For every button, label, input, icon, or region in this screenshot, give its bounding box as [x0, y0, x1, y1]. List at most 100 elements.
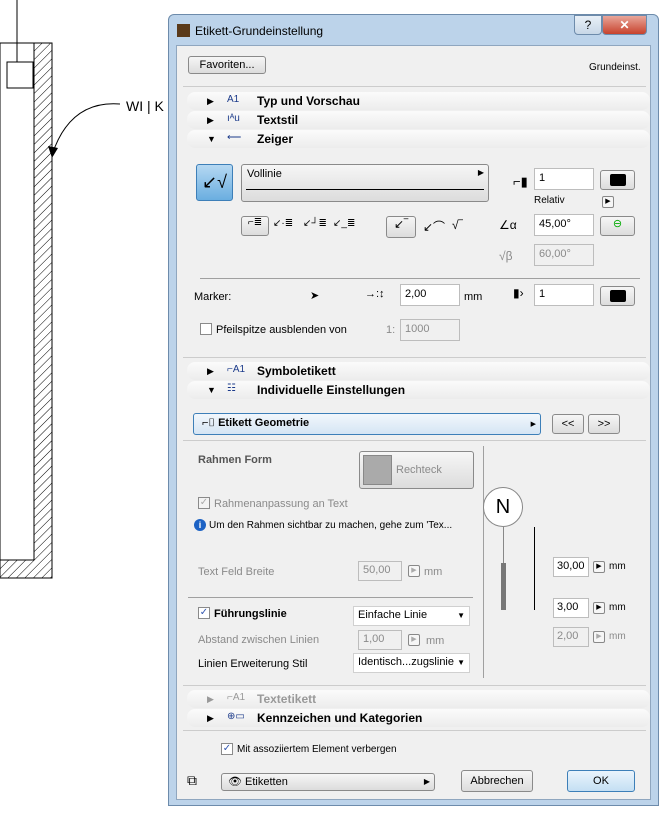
- expand-icon: ▶: [207, 366, 214, 376]
- leader-shape-check[interactable]: √‾: [452, 218, 463, 232]
- layer-icon: ⧉: [187, 772, 197, 788]
- text-width-unit: mm: [424, 566, 443, 578]
- text-width-menu: ▶: [408, 565, 420, 577]
- hide-with-element-label: Mit assoziiertem Element verbergen: [237, 744, 397, 755]
- collapse-icon: ▼: [207, 385, 216, 395]
- geometry-selector[interactable]: ⌐⌷ Etikett Geometrie ▶: [193, 413, 541, 435]
- dialog-title: Etikett-Grundeinstellung: [195, 24, 324, 38]
- height-menu[interactable]: ▶: [593, 561, 605, 573]
- label-settings-dialog: Etikett-Grundeinstellung ? ✕ Favoriten..…: [168, 14, 659, 806]
- leader-line-checkbox[interactable]: ✓: [198, 607, 210, 619]
- section-typ-und-vorschau[interactable]: ▶ A1 Typ und Vorschau: [187, 92, 650, 110]
- section-textetikett: ▶ ⌐A1 Textetikett: [187, 690, 650, 708]
- angle-beta-input: 60,00°: [534, 244, 594, 266]
- offset-unit: mm: [609, 602, 626, 613]
- type-icon: A1: [227, 94, 240, 105]
- eye-icon: 👁: [228, 776, 242, 788]
- text-style-icon: ıᴬu: [227, 113, 240, 124]
- frame-label: Rahmen Form: [198, 454, 272, 466]
- preview-marker: N: [483, 487, 523, 527]
- marker-unit: mm: [464, 291, 483, 303]
- spacing-menu: ▶: [408, 634, 420, 646]
- pen-icon: ⌐▮: [513, 174, 528, 189]
- collapse-icon: ▼: [207, 134, 216, 144]
- layer-selector[interactable]: 👁 Etiketten ▶: [221, 773, 435, 791]
- width-input: 2,00: [553, 627, 589, 647]
- help-button[interactable]: ?: [574, 15, 602, 35]
- leader-shape-straight[interactable]: ↙‾: [386, 216, 416, 238]
- expand-icon: ▶: [207, 96, 214, 106]
- section-textstil[interactable]: ▶ ıᴬu Textstil: [187, 111, 650, 129]
- leader-style-3[interactable]: ↙┘≣: [303, 218, 327, 229]
- geometry-icon: ⌐⌷: [202, 417, 219, 429]
- marker-size-icon: →:↕: [365, 288, 385, 300]
- angle-input[interactable]: 45,00°: [534, 214, 594, 236]
- marker-label: Marker:: [194, 291, 232, 303]
- geometry-label: Etikett Geometrie: [218, 417, 310, 429]
- plan-drawing: [0, 0, 121, 579]
- leader-style-4[interactable]: ↙_≣: [333, 218, 355, 229]
- marker-pen-input[interactable]: 1: [534, 284, 594, 306]
- ok-button[interactable]: OK: [567, 770, 635, 792]
- cancel-button[interactable]: Abbrechen: [461, 770, 533, 792]
- marker-pen-icon: ▮›: [513, 286, 524, 300]
- pointer-icon: ⟵: [227, 132, 242, 143]
- spacing-unit: mm: [426, 635, 445, 647]
- category-icon: ⊕▭: [227, 711, 245, 722]
- leader-shape-curved[interactable]: ↙⌒: [423, 218, 445, 235]
- spacing-input: 1,00: [358, 630, 402, 650]
- spacing-label: Abstand zwischen Linien: [198, 634, 320, 646]
- previous-page-button[interactable]: <<: [552, 414, 584, 434]
- section-symboletikett[interactable]: ▶ ⌐A1 Symboletikett: [187, 362, 650, 380]
- text-label-icon: ⌐A1: [227, 692, 246, 703]
- layer-value: Etiketten: [245, 776, 288, 788]
- symbol-icon: ⌐A1: [227, 364, 246, 375]
- leader-style-2[interactable]: ↙·≣: [273, 218, 293, 229]
- scale-input: 1000: [400, 319, 460, 341]
- relativ-menu-button[interactable]: ▶: [602, 196, 614, 208]
- preview-bar: [501, 563, 506, 610]
- lock-button[interactable]: ⊖: [600, 216, 635, 236]
- fit-frame-label: Rahmenanpassung an Text: [214, 498, 348, 510]
- leader-style-1[interactable]: ⌐≣: [241, 216, 269, 236]
- marker-size-input[interactable]: 2,00: [400, 284, 460, 306]
- leader-type-button[interactable]: ↙√: [196, 164, 233, 201]
- extension-style-label: Linien Erweiterung Stil: [198, 658, 308, 670]
- offset-menu[interactable]: ▶: [593, 602, 605, 614]
- pen-color-button[interactable]: [600, 170, 635, 190]
- favorites-button[interactable]: Favoriten...: [188, 56, 266, 74]
- angle-alpha-icon: ∠α: [499, 218, 517, 232]
- dimension-line: [534, 527, 535, 610]
- next-page-button[interactable]: >>: [588, 414, 620, 434]
- frame-shape-selector: Rechteck: [359, 451, 474, 489]
- text-width-label: Text Feld Breite: [198, 566, 275, 578]
- settings-list-icon: ☷: [227, 383, 236, 394]
- width-unit: mm: [609, 631, 626, 642]
- hide-arrow-label: Pfeilspitze ausblenden von: [216, 324, 347, 336]
- pen-input[interactable]: 1: [534, 168, 594, 190]
- hide-with-element-checkbox[interactable]: ✓: [221, 743, 233, 755]
- marker-color-button[interactable]: [600, 286, 635, 306]
- extension-style-dropdown[interactable]: Identisch...zugslinie: [353, 653, 470, 673]
- preview-leader: [503, 527, 504, 563]
- section-kennzeichen[interactable]: ▶ ⊕▭ Kennzeichen und Kategorien: [187, 709, 650, 727]
- frame-shape-value: Rechteck: [396, 464, 442, 476]
- line-type-selector[interactable]: Vollinie ▶: [241, 164, 489, 202]
- section-zeiger[interactable]: ▼ ⟵ Zeiger: [187, 130, 650, 148]
- app-icon: [177, 24, 190, 37]
- marker-type-button[interactable]: ➤: [310, 289, 319, 302]
- plan-label: WI | K: [126, 98, 164, 114]
- angle-beta-icon: √β: [499, 249, 513, 263]
- offset-input[interactable]: 3,00: [553, 598, 589, 618]
- hide-arrow-checkbox[interactable]: [200, 323, 212, 335]
- expand-icon: ▶: [207, 694, 214, 704]
- section-individuelle-einstellungen[interactable]: ▼ ☷ Individuelle Einstellungen: [187, 381, 650, 399]
- close-button[interactable]: ✕: [602, 15, 647, 35]
- leader-line-dropdown[interactable]: Einfache Linie: [353, 606, 470, 626]
- scale-prefix: 1:: [386, 324, 396, 336]
- preset-name: Grundeinst.: [589, 62, 641, 73]
- fit-frame-checkbox: ✓: [198, 497, 210, 509]
- height-input[interactable]: 30,00: [553, 557, 589, 577]
- width-menu: ▶: [593, 631, 605, 643]
- expand-icon: ▶: [207, 115, 214, 125]
